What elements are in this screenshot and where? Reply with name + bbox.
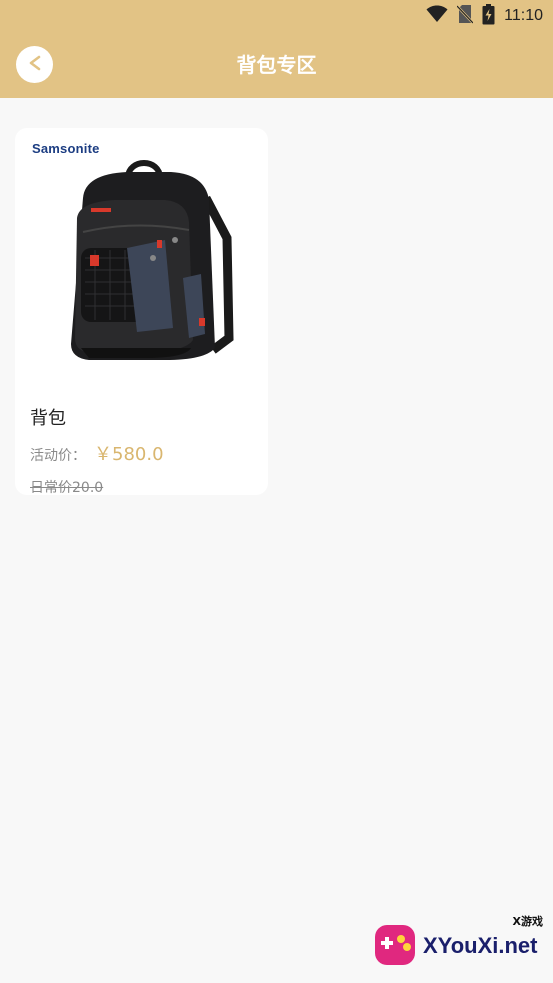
- watermark: X游戏 XYouXi.net: [373, 913, 543, 973]
- price-value: ￥580.0: [94, 444, 164, 465]
- watermark-main: XYouXi.net: [423, 933, 538, 958]
- game-controller-icon: [373, 923, 417, 967]
- product-name: 背包: [30, 408, 66, 429]
- brand-logo: Samsonite: [32, 141, 100, 156]
- original-price: 日常价20.0: [30, 480, 104, 495]
- page-title: 背包专区: [236, 53, 317, 77]
- top-bar: 11:10 背包专区: [0, 0, 553, 98]
- status-time: 11:10: [504, 7, 543, 24]
- status-bar: 11:10: [0, 0, 553, 32]
- app-screen: 11:10 背包专区 Samsonite 背包 活动价： ￥580.0 日常价2…: [0, 0, 553, 983]
- watermark-sub: X游戏: [512, 915, 543, 928]
- price-label: 活动价：: [30, 448, 86, 464]
- backpack-illustration: [71, 160, 234, 360]
- no-sim-icon: [456, 4, 475, 28]
- price-row: 活动价： ￥580.0: [30, 440, 164, 466]
- product-card[interactable]: Samsonite 背包 活动价： ￥580.0 日常价20.0: [15, 128, 268, 495]
- wifi-icon: [426, 5, 448, 27]
- status-icons: 11:10: [426, 3, 543, 29]
- product-image: Samsonite: [15, 128, 268, 388]
- battery-charging-icon: [482, 3, 495, 29]
